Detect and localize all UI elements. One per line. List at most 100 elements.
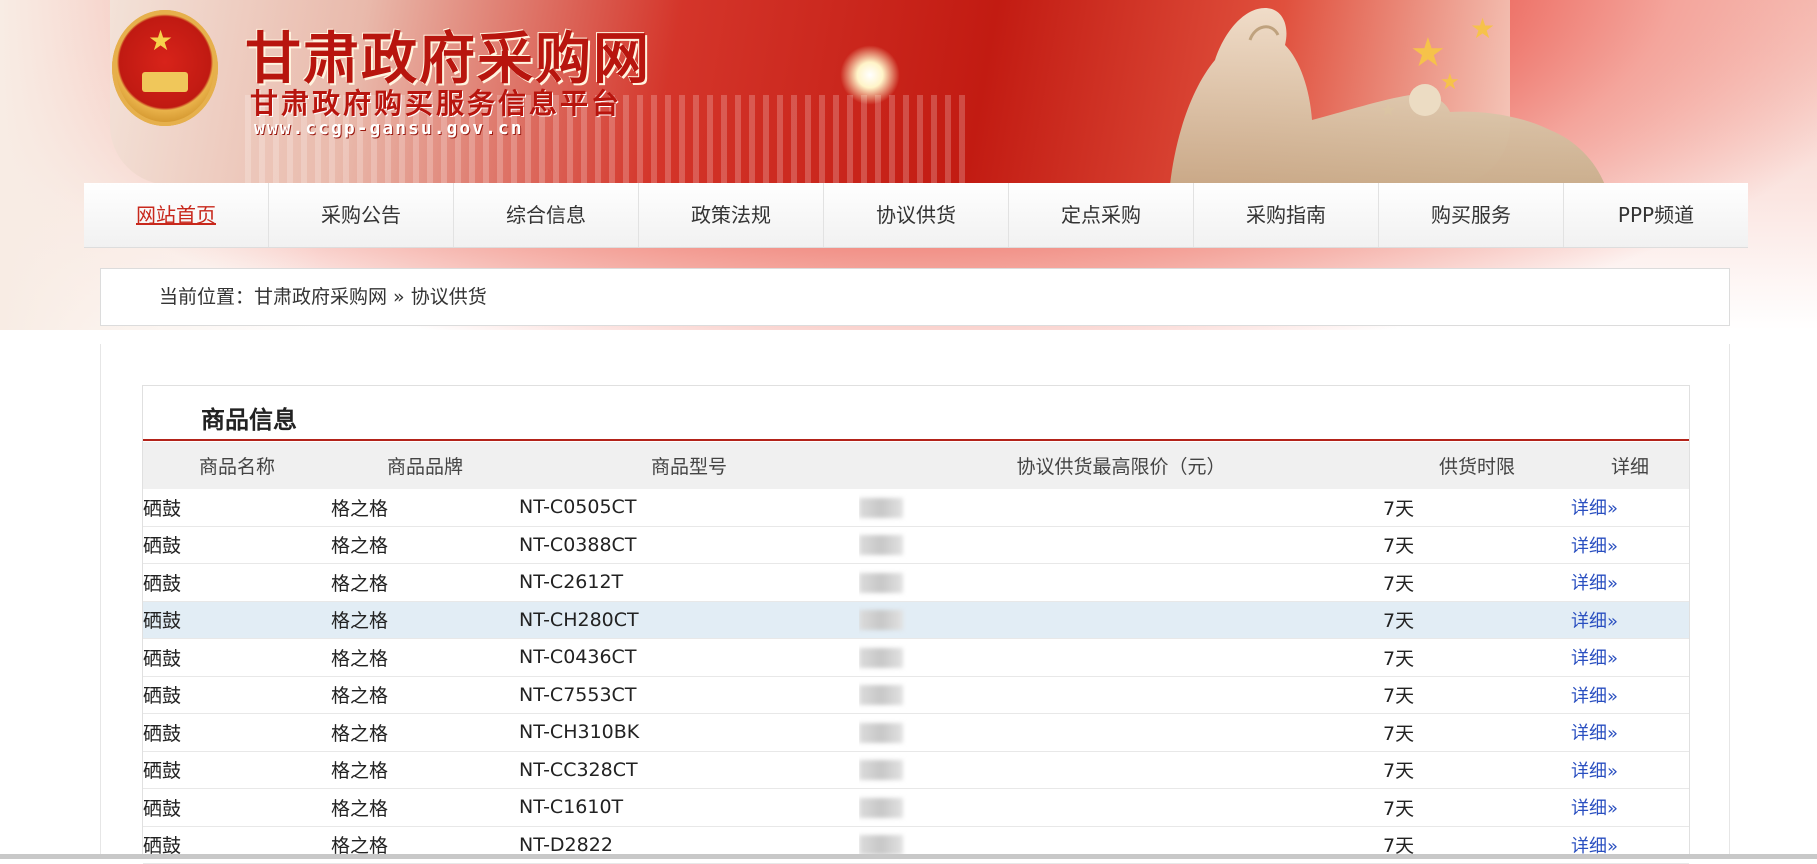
cell-delivery-time: 7天 [1383, 563, 1571, 602]
nav-item-procurement-guide[interactable]: 采购指南 [1194, 183, 1379, 247]
nav-item-general-info[interactable]: 综合信息 [454, 183, 639, 247]
table-row: 硒鼓 格之格 NT-C7553CT 7天 详细» [143, 676, 1689, 714]
table-row: 硒鼓 格之格 NT-CH310BK 7天 详细» [143, 713, 1689, 752]
goods-info-panel: 商品信息 商品名称 商品品牌 商品型号 协议供货最高限价（元） 供货时限 详细 … [142, 385, 1690, 864]
cell-brand: 格之格 [331, 751, 519, 789]
cell-detail: 详细» [1571, 751, 1689, 789]
column-header-detail: 详细 [1571, 442, 1689, 489]
cell-price [859, 751, 1383, 789]
cell-model: NT-C0505CT [519, 489, 859, 527]
column-header-brand: 商品品牌 [331, 442, 519, 489]
column-header-max-price: 协议供货最高限价（元） [859, 442, 1383, 489]
redacted-price [859, 835, 903, 856]
cell-model: NT-C0436CT [519, 638, 859, 677]
redacted-price [859, 497, 903, 518]
detail-link[interactable]: 详细» [1571, 648, 1618, 669]
redacted-price [859, 647, 903, 668]
cell-model: NT-C2612T [519, 563, 859, 602]
cell-brand: 格之格 [331, 676, 519, 714]
detail-link[interactable]: 详细» [1571, 686, 1618, 707]
detail-link[interactable]: 详细» [1571, 498, 1618, 519]
site-url: www.ccgp-gansu.gov.cn [254, 118, 524, 139]
detail-link[interactable]: 详细» [1571, 798, 1618, 819]
nav-item-policy[interactable]: 政策法规 [639, 183, 824, 247]
banner-light-flare [840, 45, 900, 105]
cell-brand: 格之格 [331, 788, 519, 827]
redacted-price [859, 685, 903, 706]
detail-link[interactable]: 详细» [1571, 723, 1618, 744]
cell-brand: 格之格 [331, 526, 519, 564]
cell-price [859, 713, 1383, 752]
detail-link[interactable]: 详细» [1571, 761, 1618, 782]
detail-link[interactable]: 详细» [1571, 536, 1618, 557]
breadcrumb: 当前位置：甘肃政府采购网 » 协议供货 [100, 268, 1730, 326]
national-emblem-icon: ★ [112, 10, 218, 126]
cell-model: NT-CH310BK [519, 713, 859, 752]
redacted-price [859, 797, 903, 818]
detail-link[interactable]: 详细» [1571, 611, 1618, 632]
cell-brand: 格之格 [331, 601, 519, 639]
cell-detail: 详细» [1571, 563, 1689, 602]
table-row: 硒鼓 格之格 NT-C0388CT 7天 详细» [143, 526, 1689, 564]
cell-detail: 详细» [1571, 489, 1689, 527]
table-header-row: 商品名称 商品品牌 商品型号 协议供货最高限价（元） 供货时限 详细 [143, 442, 1689, 489]
cell-brand: 格之格 [331, 713, 519, 752]
cell-delivery-time: 7天 [1383, 713, 1571, 752]
redacted-price [859, 722, 903, 743]
panel-title: 商品信息 [201, 406, 297, 434]
cell-model: NT-CC328CT [519, 751, 859, 789]
nav-item-ppp[interactable]: PPP频道 [1564, 183, 1748, 247]
nav-item-home[interactable]: 网站首页 [84, 183, 269, 247]
redacted-price [859, 572, 903, 593]
table-row: 硒鼓 格之格 NT-C0505CT 7天 详细» [143, 489, 1689, 527]
cell-name: 硒鼓 [143, 676, 331, 714]
main-nav: 网站首页 采购公告 综合信息 政策法规 协议供货 定点采购 采购指南 购买服务 … [84, 183, 1748, 248]
cell-name: 硒鼓 [143, 713, 331, 752]
redacted-price [859, 760, 903, 781]
cell-price [859, 526, 1383, 564]
goods-table: 商品名称 商品品牌 商品型号 协议供货最高限价（元） 供货时限 详细 硒鼓 格之… [143, 442, 1689, 864]
nav-item-designated-procurement[interactable]: 定点采购 [1009, 183, 1194, 247]
nav-item-agreement-supply[interactable]: 协议供货 [824, 183, 1009, 247]
site-subtitle: 甘肃政府购买服务信息平台 [250, 87, 623, 120]
table-row-highlighted: 硒鼓 格之格 NT-CH280CT 7天 详细» [143, 601, 1689, 639]
cell-name: 硒鼓 [143, 788, 331, 827]
redacted-price [859, 535, 903, 556]
cell-model: NT-C1610T [519, 788, 859, 827]
cell-brand: 格之格 [331, 638, 519, 677]
cell-price [859, 489, 1383, 527]
table-row: 硒鼓 格之格 NT-C0436CT 7天 详细» [143, 638, 1689, 677]
cell-price [859, 601, 1383, 639]
cell-detail: 详细» [1571, 601, 1689, 639]
cell-delivery-time: 7天 [1383, 676, 1571, 714]
cell-name: 硒鼓 [143, 489, 331, 527]
cell-delivery-time: 7天 [1383, 751, 1571, 789]
column-header-name: 商品名称 [143, 442, 331, 489]
cell-name: 硒鼓 [143, 601, 331, 639]
column-header-model: 商品型号 [519, 442, 859, 489]
cell-detail: 详细» [1571, 713, 1689, 752]
nav-item-procurement-notice[interactable]: 采购公告 [269, 183, 454, 247]
cell-price [859, 638, 1383, 677]
cell-model: NT-CH280CT [519, 601, 859, 639]
cell-delivery-time: 7天 [1383, 601, 1571, 639]
table-row: 硒鼓 格之格 NT-C1610T 7天 详细» [143, 788, 1689, 827]
nav-item-purchase-services[interactable]: 购买服务 [1379, 183, 1564, 247]
cell-price [859, 788, 1383, 827]
cell-name: 硒鼓 [143, 638, 331, 677]
cell-detail: 详细» [1571, 638, 1689, 677]
cell-detail: 详细» [1571, 788, 1689, 827]
yellow-river-mother-statue-icon [1170, 8, 1605, 185]
cell-delivery-time: 7天 [1383, 489, 1571, 527]
cell-delivery-time: 7天 [1383, 526, 1571, 564]
table-row: 硒鼓 格之格 NT-C2612T 7天 详细» [143, 563, 1689, 602]
column-header-delivery-time: 供货时限 [1383, 442, 1571, 489]
detail-link[interactable]: 详细» [1571, 573, 1618, 594]
cell-price [859, 563, 1383, 602]
cell-name: 硒鼓 [143, 563, 331, 602]
cell-delivery-time: 7天 [1383, 788, 1571, 827]
cell-detail: 详细» [1571, 526, 1689, 564]
cell-name: 硒鼓 [143, 526, 331, 564]
cell-model: NT-C7553CT [519, 676, 859, 714]
table-row: 硒鼓 格之格 NT-CC328CT 7天 详细» [143, 751, 1689, 789]
